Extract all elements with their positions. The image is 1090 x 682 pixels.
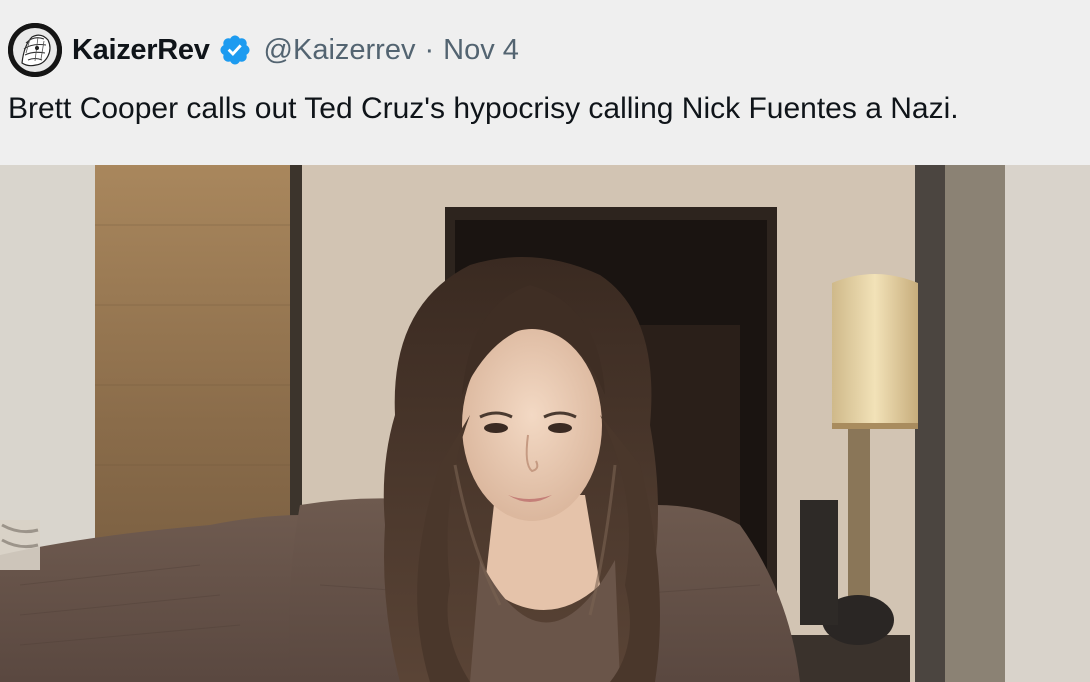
author-handle[interactable]: @Kaizerrev [264,34,416,67]
profile-avatar[interactable] [8,23,62,77]
author-display-name[interactable]: KaizerRev [72,34,210,67]
tweet-video-thumbnail[interactable] [0,165,1090,682]
author-row: KaizerRev @Kaizerrev · Nov 4 [72,29,519,71]
verified-badge-icon[interactable] [218,33,252,67]
tweet-date[interactable]: Nov 4 [443,34,519,67]
separator-dot: · [424,33,435,66]
tweet-header: KaizerRev @Kaizerrev · Nov 4 Brett Coope… [0,0,1090,165]
tweet-text: Brett Cooper calls out Ted Cruz's hypocr… [8,92,959,125]
tweet-card: KaizerRev @Kaizerrev · Nov 4 Brett Coope… [0,0,1090,682]
